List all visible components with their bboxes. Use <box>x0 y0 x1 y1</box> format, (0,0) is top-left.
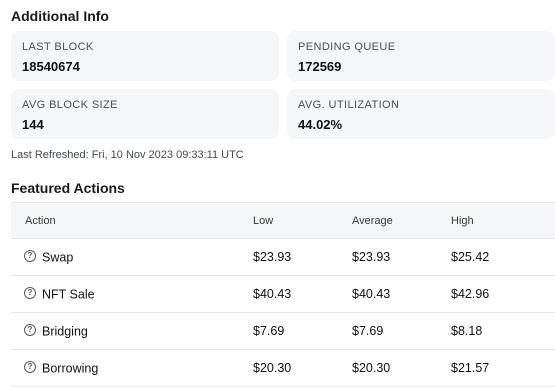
low-cell: $20.30 <box>253 349 352 387</box>
action-cell: ? NFT Sale <box>11 275 253 313</box>
average-cell: $23.93 <box>352 238 451 276</box>
average-cell: $7.69 <box>352 312 451 350</box>
action-cell: ? Bridging <box>11 312 253 350</box>
action-name: Borrowing <box>42 361 99 376</box>
action-name: NFT Sale <box>42 287 95 302</box>
table-row: ? NFT Sale $40.43 $40.43 $42.96 <box>11 275 555 313</box>
additional-info-title: Additional Info <box>11 8 109 24</box>
average-cell: $40.43 <box>352 275 451 313</box>
avg-block-size-label: AVG BLOCK SIZE <box>22 99 118 111</box>
avg-utilization-card: AVG. UTILIZATION 44.02% <box>287 89 555 139</box>
high-cell: $8.18 <box>451 312 555 350</box>
table-row: ? Swap $23.93 $23.93 $25.42 <box>11 238 555 276</box>
action-name: Bridging <box>42 324 88 339</box>
high-cell: $42.96 <box>451 275 555 313</box>
question-circle-icon[interactable]: ? <box>24 361 36 374</box>
pending-queue-label: PENDING QUEUE <box>298 41 396 53</box>
action-name: Swap <box>42 250 74 265</box>
avg-utilization-value: 44.02% <box>298 117 343 132</box>
table-header-row: Action Low Average High <box>11 202 555 239</box>
avg-block-size-value: 144 <box>22 117 44 132</box>
low-cell: $7.69 <box>253 312 352 350</box>
action-cell: ? Swap <box>11 238 253 276</box>
featured-actions-title: Featured Actions <box>11 180 125 196</box>
high-cell: $21.57 <box>451 349 555 387</box>
column-header-low: Low <box>253 202 352 239</box>
avg-utilization-label: AVG. UTILIZATION <box>298 99 400 111</box>
last-block-card: LAST BLOCK 18540674 <box>11 31 279 81</box>
high-cell: $25.42 <box>451 238 555 276</box>
pending-queue-card: PENDING QUEUE 172569 <box>287 31 555 81</box>
low-cell: $40.43 <box>253 275 352 313</box>
column-header-high: High <box>451 202 555 239</box>
pending-queue-value: 172569 <box>298 59 342 74</box>
average-cell: $20.30 <box>352 349 451 387</box>
column-header-action: Action <box>11 202 253 239</box>
column-header-average: Average <box>352 202 451 239</box>
last-block-value: 18540674 <box>22 59 80 74</box>
avg-block-size-card: AVG BLOCK SIZE 144 <box>11 89 279 139</box>
question-circle-icon[interactable]: ? <box>24 250 36 263</box>
table-row: ? Bridging $7.69 $7.69 $8.18 <box>11 312 555 350</box>
question-circle-icon[interactable]: ? <box>24 324 36 337</box>
last-block-label: LAST BLOCK <box>22 41 94 53</box>
action-cell: ? Borrowing <box>11 349 253 387</box>
table-row: ? Borrowing $20.30 $20.30 $21.57 <box>11 349 555 387</box>
low-cell: $23.93 <box>253 238 352 276</box>
featured-actions-table: Action Low Average High ? Swap $23.93 $23… <box>11 202 555 387</box>
question-circle-icon[interactable]: ? <box>24 287 36 300</box>
last-refreshed-text: Last Refreshed: Fri, 10 Nov 2023 09:33:1… <box>11 149 244 161</box>
